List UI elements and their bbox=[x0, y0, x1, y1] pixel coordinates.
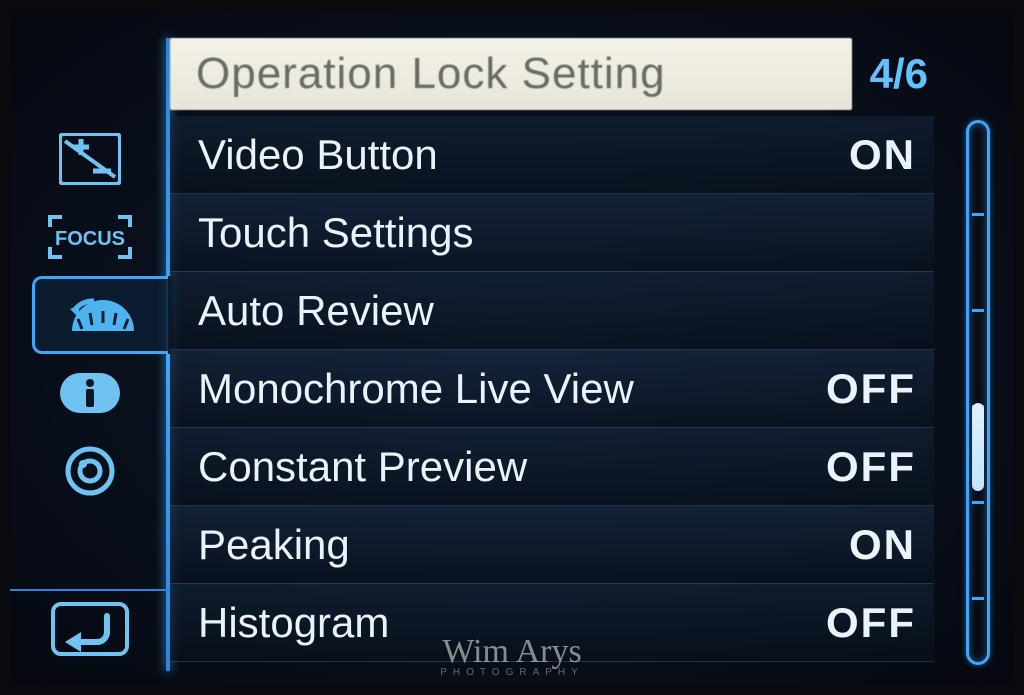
sidebar-cat-exposure-comp[interactable] bbox=[10, 120, 170, 198]
main-panel: Operation Lock Setting 4/6 Video Button … bbox=[170, 10, 1014, 685]
scrollbar-tick bbox=[972, 309, 984, 312]
scrollbar-thumb[interactable] bbox=[972, 403, 984, 491]
menu-list: Video Button ON Touch Settings Auto Revi… bbox=[170, 116, 934, 685]
menu-item-value: OFF bbox=[826, 365, 916, 413]
menu-item-histogram[interactable]: Histogram OFF bbox=[170, 584, 934, 662]
menu-title-bar[interactable]: Operation Lock Setting bbox=[170, 38, 852, 110]
sidebar-cat-info[interactable] bbox=[10, 354, 170, 432]
lens-icon bbox=[64, 445, 116, 497]
page-indicator: 4/6 bbox=[864, 50, 934, 98]
menu-item-video-button[interactable]: Video Button ON bbox=[170, 116, 934, 194]
scrollbar-tick bbox=[972, 213, 984, 216]
menu-item-value: OFF bbox=[826, 599, 916, 647]
exposure-comp-icon bbox=[59, 133, 121, 185]
menu-item-label: Touch Settings bbox=[198, 209, 916, 257]
sidebar-cat-lens[interactable] bbox=[10, 432, 170, 510]
camera-menu-screen: FOCUS bbox=[10, 10, 1014, 685]
menu-item-value: OFF bbox=[826, 443, 916, 491]
menu-item-label: Video Button bbox=[198, 131, 849, 179]
menu-item-label: Auto Review bbox=[198, 287, 916, 335]
menu-item-label: Histogram bbox=[198, 599, 826, 647]
back-button[interactable] bbox=[10, 589, 170, 667]
menu-title: Operation Lock Setting bbox=[196, 49, 666, 99]
menu-item-label: Monochrome Live View bbox=[198, 365, 826, 413]
menu-item-auto-review[interactable]: Auto Review bbox=[170, 272, 934, 350]
menu-item-value: ON bbox=[849, 521, 916, 569]
menu-item-label: Peaking bbox=[198, 521, 849, 569]
info-icon bbox=[58, 371, 122, 415]
menu-item-constant-preview[interactable]: Constant Preview OFF bbox=[170, 428, 934, 506]
back-icon bbox=[51, 602, 129, 656]
sidebar-cat-dial[interactable] bbox=[32, 276, 170, 354]
menu-header: Operation Lock Setting 4/6 bbox=[170, 38, 934, 110]
sidebar-cat-focus[interactable]: FOCUS bbox=[10, 198, 170, 276]
menu-item-peaking[interactable]: Peaking ON bbox=[170, 506, 934, 584]
scrollbar-tick bbox=[972, 501, 984, 504]
scrollbar-tick bbox=[972, 597, 984, 600]
menu-item-value: ON bbox=[849, 131, 916, 179]
menu-item-monochrome-live-view[interactable]: Monochrome Live View OFF bbox=[170, 350, 934, 428]
menu-item-label: Constant Preview bbox=[198, 443, 826, 491]
svg-text:FOCUS: FOCUS bbox=[55, 228, 125, 250]
menu-item-touch-settings[interactable]: Touch Settings bbox=[170, 194, 934, 272]
dial-icon bbox=[64, 289, 142, 341]
scrollbar-track[interactable] bbox=[966, 120, 990, 665]
focus-icon: FOCUS bbox=[48, 215, 132, 259]
category-sidebar: FOCUS bbox=[10, 10, 170, 685]
